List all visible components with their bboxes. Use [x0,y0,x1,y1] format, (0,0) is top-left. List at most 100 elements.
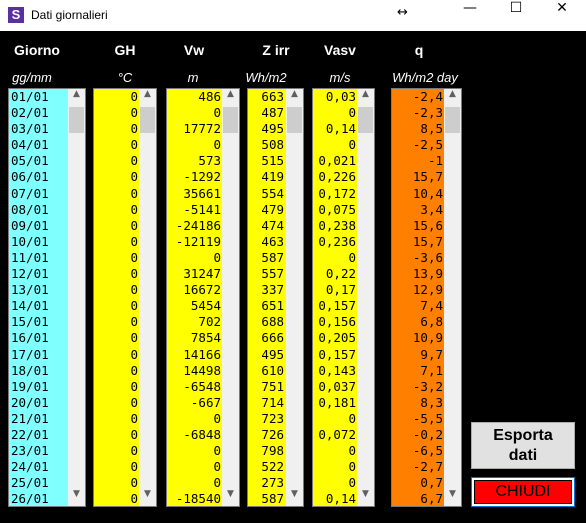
scroll-thumb[interactable] [140,107,155,133]
list-item[interactable]: 23/01 [9,443,68,459]
list-item[interactable]: 16672 [167,282,223,298]
list-item[interactable]: 13/01 [9,282,68,298]
list-item[interactable]: 15,7 [392,234,445,250]
list-item[interactable]: 0 [167,411,223,427]
list-item[interactable]: 587 [248,491,286,506]
list-item[interactable]: 0,172 [313,186,358,202]
list-item[interactable]: 0 [167,137,223,153]
list-item[interactable]: 02/01 [9,105,68,121]
list-item[interactable]: 09/01 [9,218,68,234]
list-item[interactable]: 12/01 [9,266,68,282]
list-item[interactable]: 557 [248,266,286,282]
list-item[interactable]: 0 [167,250,223,266]
list-item[interactable]: 24/01 [9,459,68,475]
list-item[interactable]: 0 [94,443,140,459]
list-item[interactable]: 0,021 [313,153,358,169]
list-item[interactable]: 0,156 [313,314,358,330]
list-item[interactable]: 723 [248,411,286,427]
listbox-giorno[interactable]: 01/01 02/01 03/01 04/01 05/01 06/01 07/01 08/01… [8,88,86,507]
list-item[interactable]: 0 [94,330,140,346]
list-item[interactable]: 15,6 [392,218,445,234]
list-item[interactable]: 16/01 [9,330,68,346]
list-item[interactable]: 14498 [167,363,223,379]
list-item[interactable]: 0,072 [313,427,358,443]
list-item[interactable]: 798 [248,443,286,459]
list-item[interactable]: 0 [313,137,358,153]
vertical-scrollbar[interactable]: ▲ ▼ [286,89,303,506]
list-item[interactable]: 0 [313,250,358,266]
list-item[interactable]: 573 [167,153,223,169]
scroll-down-icon[interactable]: ▼ [286,489,303,506]
list-item[interactable]: 10/01 [9,234,68,250]
scroll-up-icon[interactable]: ▲ [68,89,85,106]
scroll-down-icon[interactable]: ▼ [139,489,156,506]
list-item[interactable]: 0,03 [313,89,358,105]
vertical-scrollbar[interactable]: ▲ ▼ [139,89,156,506]
list-item[interactable]: 0,143 [313,363,358,379]
list-item[interactable]: 0,14 [313,121,358,137]
list-item[interactable]: 714 [248,395,286,411]
list-item[interactable]: 0,157 [313,298,358,314]
list-item[interactable]: 0 [94,266,140,282]
list-item[interactable]: -3,6 [392,250,445,266]
scroll-thumb[interactable] [287,107,302,133]
list-item[interactable]: 0 [167,105,223,121]
list-item[interactable]: -2,5 [392,137,445,153]
list-item[interactable]: 7,1 [392,363,445,379]
list-item[interactable]: 0 [94,137,140,153]
list-item[interactable]: -3,2 [392,379,445,395]
vertical-scrollbar[interactable]: ▲ ▼ [357,89,374,506]
list-item[interactable]: 0,22 [313,266,358,282]
scroll-down-icon[interactable]: ▼ [68,489,85,506]
list-item[interactable]: 419 [248,169,286,185]
list-item[interactable]: -0,2 [392,427,445,443]
list-item[interactable]: 0,075 [313,202,358,218]
scroll-down-icon[interactable]: ▼ [357,489,374,506]
list-item[interactable]: 0 [94,202,140,218]
list-item[interactable]: 03/01 [9,121,68,137]
maximize-button[interactable]: ☐ [493,0,539,31]
list-item[interactable]: 508 [248,137,286,153]
list-item[interactable]: 13,9 [392,266,445,282]
list-item[interactable]: 0 [94,491,140,506]
list-item[interactable]: 18/01 [9,363,68,379]
list-item[interactable]: 0 [94,121,140,137]
list-item[interactable]: 31247 [167,266,223,282]
list-item[interactable]: 14166 [167,347,223,363]
list-item[interactable]: 8,3 [392,395,445,411]
list-item[interactable]: 04/01 [9,137,68,153]
list-item[interactable]: 486 [167,89,223,105]
list-item[interactable]: 17772 [167,121,223,137]
list-item[interactable]: 15,7 [392,169,445,185]
list-item[interactable]: 479 [248,202,286,218]
scroll-thumb[interactable] [69,107,84,133]
list-item[interactable]: 587 [248,250,286,266]
list-item[interactable]: 0 [313,475,358,491]
list-item[interactable]: 12,9 [392,282,445,298]
list-item[interactable]: 0,238 [313,218,358,234]
list-item[interactable]: -1 [392,153,445,169]
list-item[interactable]: 0 [313,411,358,427]
export-data-button[interactable]: Esporta dati [471,422,575,469]
list-item[interactable]: 01/01 [9,89,68,105]
list-item[interactable]: 651 [248,298,286,314]
list-item[interactable]: 0 [94,89,140,105]
list-item[interactable]: 0 [313,459,358,475]
list-item[interactable]: 0 [94,475,140,491]
list-item[interactable]: 554 [248,186,286,202]
list-item[interactable]: 35661 [167,186,223,202]
list-item[interactable]: -2,3 [392,105,445,121]
list-item[interactable]: 726 [248,427,286,443]
list-item[interactable]: 26/01 [9,491,68,506]
list-item[interactable]: 05/01 [9,153,68,169]
list-item[interactable]: 06/01 [9,169,68,185]
list-item[interactable]: 0,17 [313,282,358,298]
list-item[interactable]: 337 [248,282,286,298]
list-item[interactable]: 19/01 [9,379,68,395]
list-item[interactable]: 0 [94,459,140,475]
list-item[interactable]: 0 [94,234,140,250]
list-item[interactable]: 495 [248,121,286,137]
list-item[interactable]: 0,037 [313,379,358,395]
list-item[interactable]: 25/01 [9,475,68,491]
listbox-gh[interactable]: 0 0 0 0 0 0 0 0 0 0 0 0 0 0 0 0 0 0 0 0 0 0 0 0 0 0 ▲ ▼ [93,88,157,507]
